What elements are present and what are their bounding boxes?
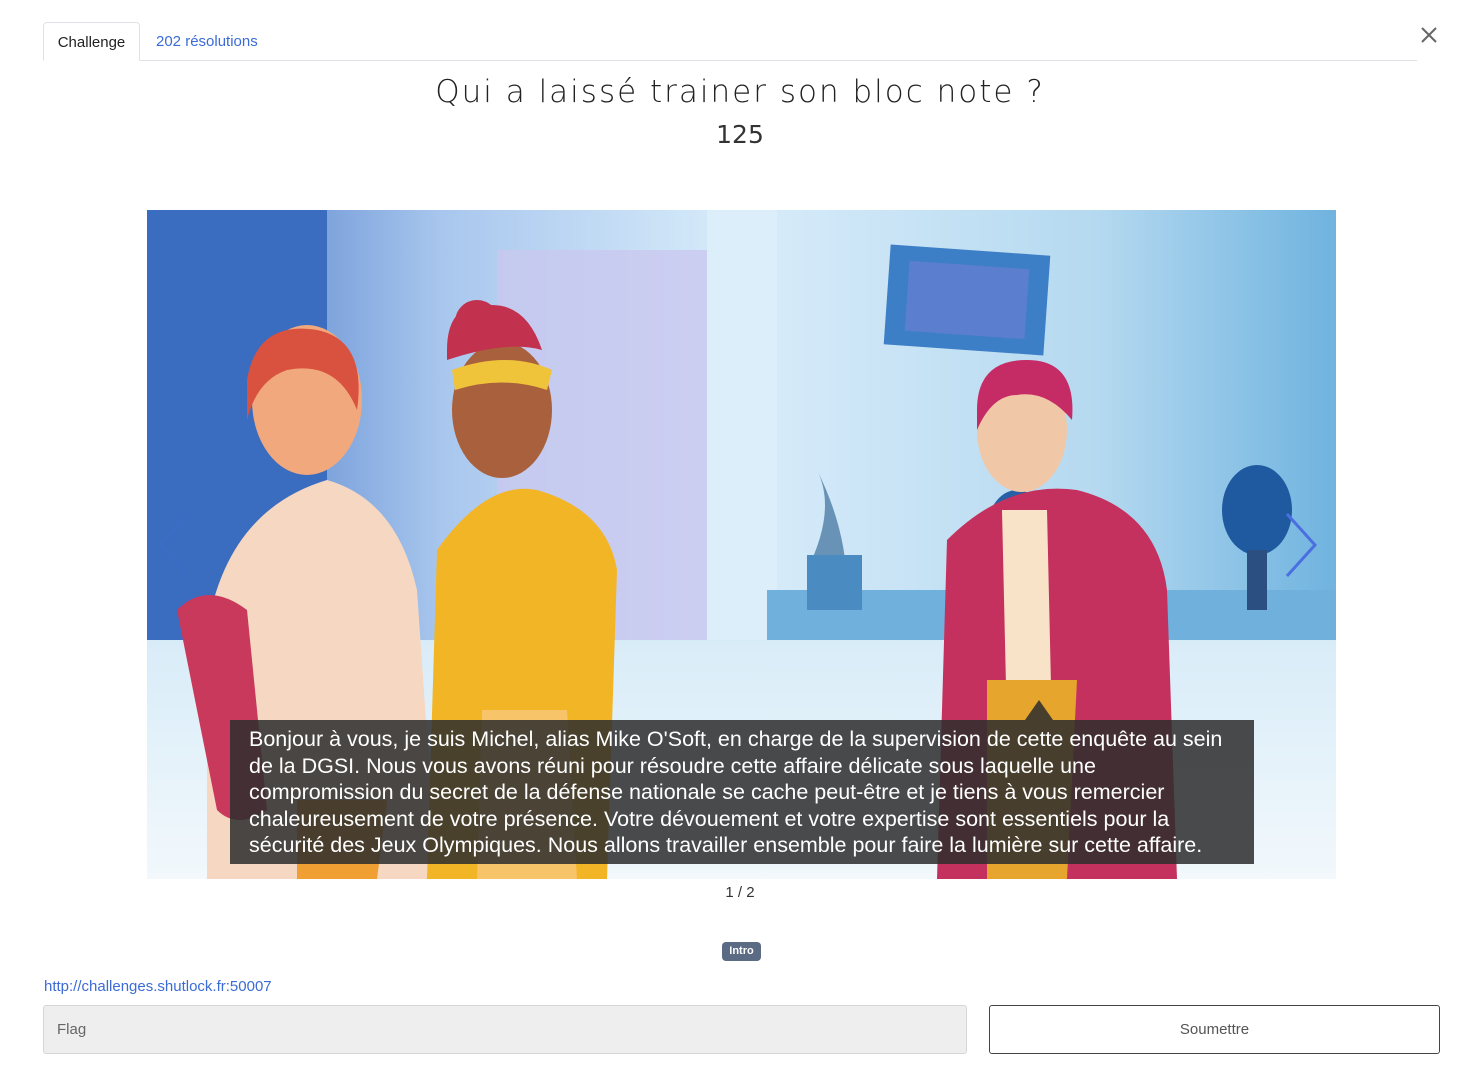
tag-badge: Intro (722, 942, 761, 961)
submit-button[interactable]: Soumettre (989, 1005, 1440, 1054)
challenge-title: Qui a laissé trainer son bloc note ? (435, 74, 1045, 110)
tab-challenge[interactable]: Challenge (43, 22, 140, 61)
chevron-left-icon[interactable] (153, 510, 203, 580)
challenge-tabs: Challenge 202 résolutions (43, 22, 1417, 61)
slide-counter: 1 / 2 (725, 884, 755, 901)
caption-pointer (1025, 700, 1053, 720)
flag-input[interactable] (43, 1005, 967, 1054)
story-caption: Bonjour à vous, je suis Michel, alias Mi… (230, 720, 1254, 864)
challenge-link[interactable]: http://challenges.shutlock.fr:50007 (44, 978, 272, 995)
challenge-points: 125 (716, 120, 764, 149)
close-icon[interactable] (1416, 22, 1442, 48)
tab-resolutions[interactable]: 202 résolutions (140, 22, 274, 61)
story-carousel: Bonjour à vous, je suis Michel, alias Mi… (147, 210, 1336, 879)
chevron-right-icon[interactable] (1277, 510, 1327, 580)
